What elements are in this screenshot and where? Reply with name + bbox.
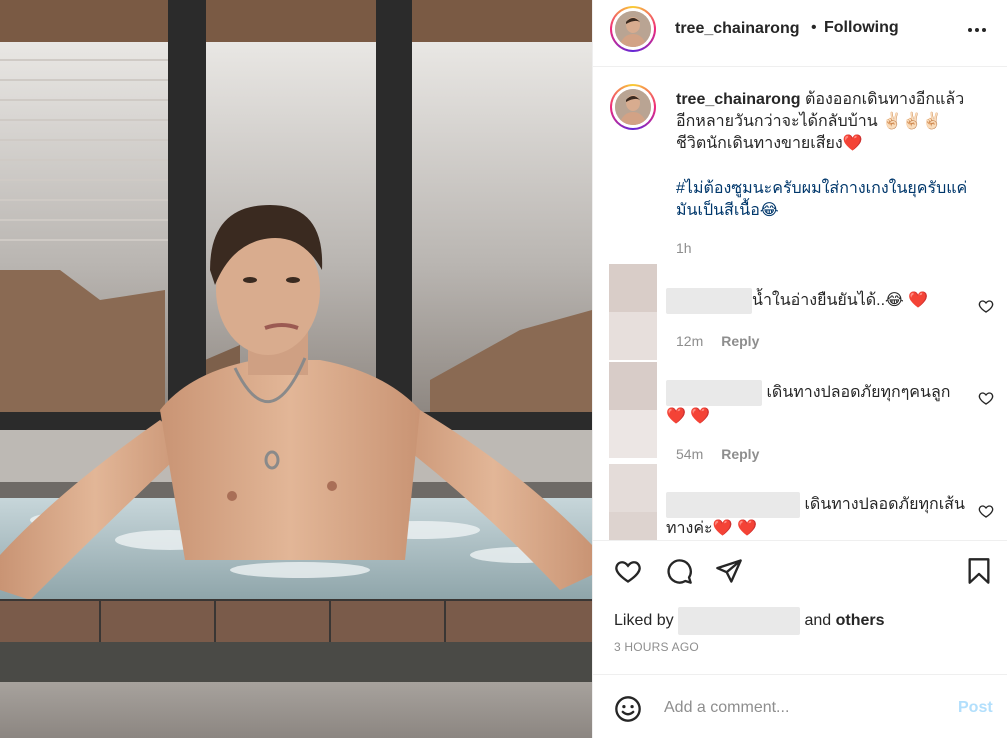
caption-avatar[interactable]: [610, 84, 656, 130]
post-image: [0, 0, 592, 738]
liked-others-link[interactable]: others: [836, 612, 885, 629]
comment-avatar-blur: [609, 512, 657, 540]
comment-avatar[interactable]: [609, 264, 657, 312]
add-comment-bar: Add a comment... Post: [593, 674, 1007, 738]
redacted-username: [666, 288, 752, 314]
author-username[interactable]: tree_chainarong: [675, 20, 799, 38]
send-icon[interactable]: [715, 557, 743, 585]
comment-like-icon[interactable]: [978, 503, 994, 519]
liked-by-label: Liked by: [614, 612, 674, 630]
post-photo[interactable]: [0, 0, 592, 738]
smiley-icon[interactable]: [614, 695, 642, 723]
post-button[interactable]: Post: [958, 699, 993, 717]
comment-avatar[interactable]: [609, 464, 657, 512]
comment-like-icon[interactable]: [978, 298, 994, 314]
comment-text: น้ำในอ่างยืนยันได้..😂 ❤️: [752, 292, 929, 310]
author-avatar[interactable]: [610, 6, 656, 52]
redacted-username: [666, 492, 800, 518]
comment-item: เดินทางปลอดภัยทุกๆคนลูก❤️ ❤️: [666, 380, 966, 428]
comment-meta: 54m Reply: [676, 446, 759, 462]
avatar-photo: [615, 11, 651, 47]
reply-button[interactable]: Reply: [721, 333, 759, 349]
comment-icon[interactable]: [665, 557, 693, 585]
comment-avatar-blur: [609, 410, 657, 458]
comment-item: เดินทางปลอดภัยทุกเส้นทางค่ะ❤️ ❤️: [666, 492, 966, 540]
post-header: tree_chainarong • Following: [593, 0, 1007, 67]
reply-button[interactable]: Reply: [721, 446, 759, 462]
caption-time: 1h: [676, 240, 692, 256]
posted-time[interactable]: 3 HOURS AGO: [614, 640, 699, 654]
comment-avatar-blur: [609, 312, 657, 360]
caption-hashtag[interactable]: #ไม่ต้องซูมนะครับผมใส่กางเกงในยุครับแค่ม…: [676, 178, 986, 222]
caption-username[interactable]: tree_chainarong: [676, 91, 800, 108]
liked-and-label: and: [804, 612, 832, 630]
comment-time: 54m: [676, 446, 704, 462]
redacted-username: [666, 380, 762, 406]
separator-dot: •: [811, 19, 817, 36]
bookmark-icon[interactable]: [965, 557, 993, 585]
heart-icon[interactable]: [614, 557, 642, 585]
action-bar: [593, 540, 1007, 602]
comment-input[interactable]: Add a comment...: [664, 699, 789, 717]
comment-item: น้ำในอ่างยืนยันได้..😂 ❤️: [666, 288, 966, 314]
avatar-photo: [615, 89, 651, 125]
redacted-liker[interactable]: [678, 607, 801, 635]
likes-summary: Liked by and others: [614, 607, 885, 635]
following-button[interactable]: Following: [824, 19, 899, 37]
comment-like-icon[interactable]: [978, 390, 994, 406]
comment-time: 12m: [676, 333, 704, 349]
more-horizontal-icon[interactable]: [965, 18, 989, 42]
comment-avatar[interactable]: [609, 362, 657, 410]
comment-meta: 12m Reply: [676, 333, 759, 349]
post-panel: tree_chainarong • Following tree_chainar…: [592, 0, 1007, 738]
caption-text: tree_chainarong ต้องออกเดินทางอีกแล้ว อี…: [676, 89, 976, 155]
